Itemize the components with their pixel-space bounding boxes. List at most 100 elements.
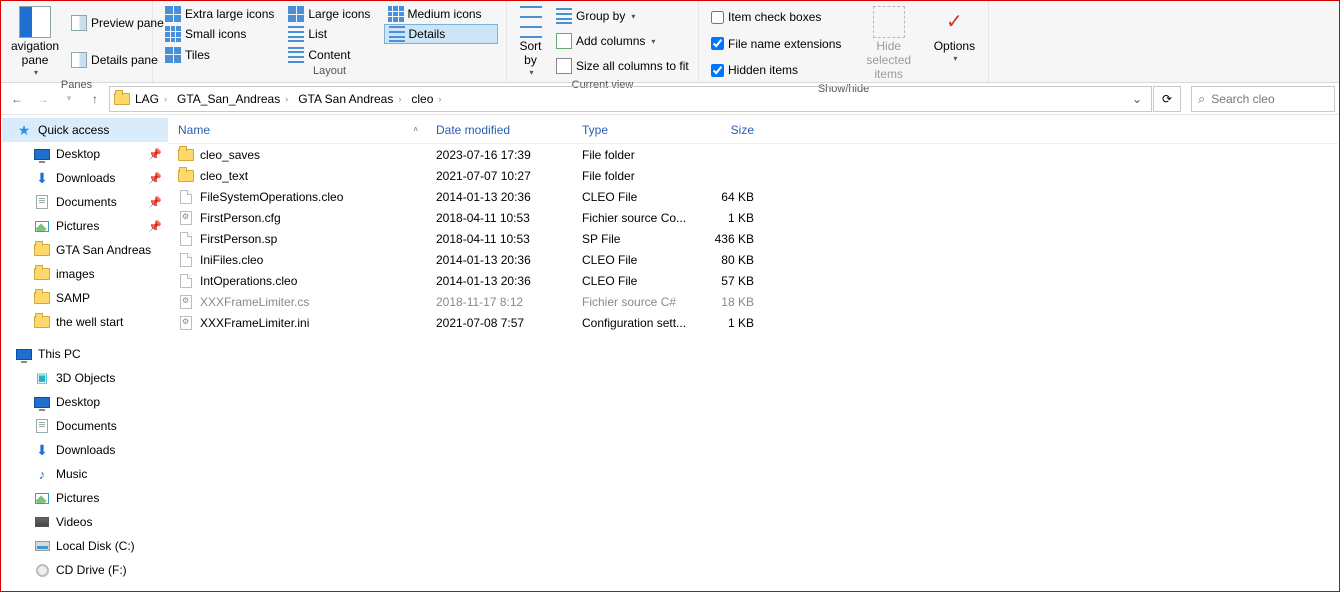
sidebar-item-label: Documents xyxy=(56,419,117,433)
small-icons-button[interactable]: Small icons xyxy=(161,24,278,44)
file-name: FileSystemOperations.cleo xyxy=(200,190,343,204)
large-icons-button[interactable]: Large icons xyxy=(284,4,377,24)
file-type: CLEO File xyxy=(572,190,690,204)
extra-large-icons-icon xyxy=(165,6,181,22)
content-button[interactable]: Content xyxy=(284,45,377,65)
sort-by-button[interactable]: Sort by▾ xyxy=(515,4,546,79)
ribbon-group-layout: Extra large icons Small icons Tiles Larg… xyxy=(153,1,507,82)
group-by-icon xyxy=(556,8,572,24)
this-pc-label: This PC xyxy=(38,347,81,361)
column-size[interactable]: Size xyxy=(690,123,764,137)
file-row[interactable]: IntOperations.cleo2014-01-13 20:36CLEO F… xyxy=(168,270,1338,291)
file-name: IniFiles.cleo xyxy=(200,253,263,267)
this-pc-header[interactable]: This PC xyxy=(2,342,168,366)
file-size: 18 KB xyxy=(690,295,764,309)
sidebar-item-3d-objects[interactable]: ▣3D Objects xyxy=(2,366,168,390)
sidebar-item-label: images xyxy=(56,267,95,281)
column-headers: Name˄ Date modified Type Size xyxy=(168,116,1338,144)
extra-large-icons-button[interactable]: Extra large icons xyxy=(161,4,278,24)
breadcrumb-cleo[interactable]: cleo› xyxy=(406,87,446,111)
sidebar-item-samp[interactable]: SAMP xyxy=(2,286,168,310)
search-input[interactable]: ⌕ Search cleo xyxy=(1191,86,1335,112)
file-row[interactable]: XXXFrameLimiter.ini2021-07-08 7:57Config… xyxy=(168,312,1338,333)
file-row[interactable]: FileSystemOperations.cleo2014-01-13 20:3… xyxy=(168,186,1338,207)
file-list[interactable]: cleo_saves2023-07-16 17:39File foldercle… xyxy=(168,144,1338,590)
sidebar-item-cd-drive-f-[interactable]: CD Drive (F:) xyxy=(2,558,168,582)
chevron-down-icon: ▾ xyxy=(32,68,38,77)
back-button[interactable]: ← xyxy=(5,85,29,113)
sidebar-item-downloads[interactable]: ⬇Downloads xyxy=(2,438,168,462)
preview-pane-icon xyxy=(71,15,87,31)
file-row[interactable]: FirstPerson.cfg2018-04-11 10:53Fichier s… xyxy=(168,207,1338,228)
sidebar-item-documents[interactable]: Documents xyxy=(2,414,168,438)
address-bar[interactable]: LAG›GTA_San_Andreas›GTA San Andreas›cleo… xyxy=(109,86,1152,112)
column-date[interactable]: Date modified xyxy=(426,123,572,137)
sidebar-item-images[interactable]: images xyxy=(2,262,168,286)
ribbon-group-show-hide: Item check boxes File name extensions Hi… xyxy=(699,1,989,82)
item-check-boxes-checkbox[interactable]: Item check boxes xyxy=(707,7,849,27)
medium-icons-button[interactable]: Medium icons xyxy=(384,4,498,24)
file-type: Configuration sett... xyxy=(572,316,690,330)
navigation-pane-icon xyxy=(19,6,51,38)
large-icons-icon xyxy=(288,6,304,22)
file-row[interactable]: cleo_text2021-07-07 10:27File folder xyxy=(168,165,1338,186)
hide-selected-button[interactable]: Hide selected items xyxy=(855,4,923,83)
file-size: 1 KB xyxy=(690,211,764,225)
file-pane: Name˄ Date modified Type Size cleo_saves… xyxy=(168,116,1338,590)
cd-icon xyxy=(34,562,50,578)
up-button[interactable]: ↑ xyxy=(83,85,107,113)
refresh-button[interactable]: ⟳ xyxy=(1153,86,1181,112)
sidebar-item-the-well-start[interactable]: the well start xyxy=(2,310,168,334)
tiles-button[interactable]: Tiles xyxy=(161,45,278,65)
breadcrumb-label: LAG xyxy=(135,92,159,106)
breadcrumb-gta-san-andreas[interactable]: GTA_San_Andreas› xyxy=(172,87,293,111)
breadcrumb-label: GTA San Andreas xyxy=(298,92,393,106)
pin-icon: 📌 xyxy=(148,172,162,185)
sidebar-item-music[interactable]: ♪Music xyxy=(2,462,168,486)
hidden-items-checkbox[interactable]: Hidden items xyxy=(707,60,849,80)
sidebar-item-gta-san-andreas[interactable]: GTA San Andreas xyxy=(2,238,168,262)
forward-button[interactable]: → xyxy=(31,85,55,113)
column-name[interactable]: Name˄ xyxy=(168,123,426,137)
file-name: XXXFrameLimiter.ini xyxy=(200,316,309,330)
tiles-label: Tiles xyxy=(185,48,210,62)
sidebar-item-desktop[interactable]: Desktop📌 xyxy=(2,142,168,166)
breadcrumb-lag[interactable]: LAG› xyxy=(130,87,172,111)
sidebar-item-pictures[interactable]: Pictures xyxy=(2,486,168,510)
options-button[interactable]: ✓ Options▾ xyxy=(929,4,980,83)
file-row[interactable]: cleo_saves2023-07-16 17:39File folder xyxy=(168,144,1338,165)
list-button[interactable]: List xyxy=(284,24,377,44)
file-name-extensions-checkbox[interactable]: File name extensions xyxy=(707,34,849,54)
tiles-icon xyxy=(165,47,181,63)
navigation-pane-button[interactable]: avigation pane▾ xyxy=(9,4,61,79)
sidebar-item-local-disk-c-[interactable]: Local Disk (C:) xyxy=(2,534,168,558)
folder-icon xyxy=(34,290,50,306)
file-row[interactable]: FirstPerson.sp2018-04-11 10:53SP File436… xyxy=(168,228,1338,249)
details-pane-label: Details pane xyxy=(91,53,158,67)
file-row[interactable]: XXXFrameLimiter.cs2018-11-17 8:12Fichier… xyxy=(168,291,1338,312)
music-icon: ♪ xyxy=(34,466,50,482)
sort-by-label: Sort by xyxy=(517,40,544,68)
sidebar-item-videos[interactable]: Videos xyxy=(2,510,168,534)
file-row[interactable]: IniFiles.cleo2014-01-13 20:36CLEO File80… xyxy=(168,249,1338,270)
address-dropdown-button[interactable]: ⌄ xyxy=(1127,92,1147,106)
file-type: CLEO File xyxy=(572,274,690,288)
breadcrumb-gta-san-andreas[interactable]: GTA San Andreas› xyxy=(293,87,406,111)
details-view-button[interactable]: Details xyxy=(384,24,498,44)
add-columns-button[interactable]: Add columns▾ xyxy=(552,31,690,51)
sidebar-item-label: Documents xyxy=(56,195,117,209)
file-name: FirstPerson.cfg xyxy=(200,211,281,225)
sidebar-item-pictures[interactable]: Pictures📌 xyxy=(2,214,168,238)
group-by-button[interactable]: Group by▾ xyxy=(552,6,690,26)
folder-icon xyxy=(34,242,50,258)
recent-locations-button[interactable]: ▾ xyxy=(57,85,81,113)
breadcrumb-label: GTA_San_Andreas xyxy=(177,92,280,106)
column-type[interactable]: Type xyxy=(572,123,690,137)
navigation-sidebar[interactable]: ★ Quick access Desktop📌⬇Downloads📌Docume… xyxy=(2,116,168,590)
size-all-columns-button[interactable]: Size all columns to fit xyxy=(552,56,690,76)
quick-access-header[interactable]: ★ Quick access xyxy=(2,118,168,142)
sidebar-item-downloads[interactable]: ⬇Downloads📌 xyxy=(2,166,168,190)
details-pane-icon xyxy=(71,52,87,68)
sidebar-item-documents[interactable]: Documents📌 xyxy=(2,190,168,214)
sidebar-item-desktop[interactable]: Desktop xyxy=(2,390,168,414)
